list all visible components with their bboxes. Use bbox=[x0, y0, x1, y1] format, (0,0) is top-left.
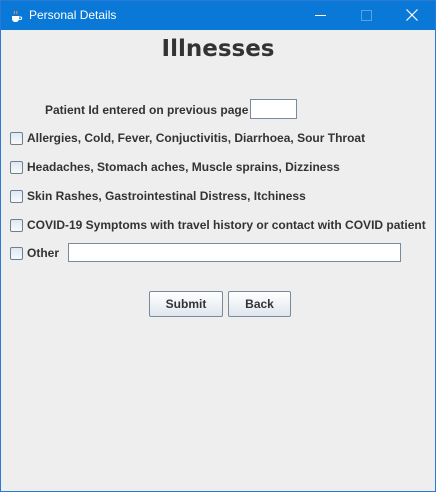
submit-button[interactable]: Submit bbox=[149, 291, 223, 317]
other-checkbox[interactable] bbox=[10, 247, 23, 260]
illness-checkbox-3-label: Skin Rashes, Gastrointestinal Distress, … bbox=[27, 189, 306, 203]
illness-checkbox-2[interactable] bbox=[10, 161, 23, 174]
illness-checkbox-1-label: Allergies, Cold, Fever, Conjuctivitis, D… bbox=[27, 131, 366, 145]
close-button[interactable] bbox=[389, 1, 435, 30]
illness-checkbox-2-label: Headaches, Stomach aches, Muscle sprains… bbox=[27, 160, 340, 174]
patient-id-input[interactable] bbox=[250, 99, 297, 119]
patient-id-label: Patient Id entered on previous page bbox=[45, 103, 249, 117]
maximize-icon bbox=[360, 6, 372, 25]
close-icon bbox=[406, 6, 418, 25]
minimize-icon bbox=[314, 6, 326, 25]
illness-checkbox-4-label: COVID-19 Symptoms with travel history or… bbox=[27, 218, 426, 232]
maximize-button[interactable] bbox=[343, 1, 389, 30]
other-checkbox-label: Other bbox=[27, 246, 60, 260]
form-panel: Illnesses Patient Id entered on previous… bbox=[1, 30, 435, 491]
back-button[interactable]: Back bbox=[228, 291, 291, 317]
personal-details-window: Personal Details Illnesses Patient Id en… bbox=[0, 0, 436, 492]
illness-checkbox-3[interactable] bbox=[10, 190, 23, 203]
illness-checkbox-1[interactable] bbox=[10, 132, 23, 145]
title-bar[interactable]: Personal Details bbox=[1, 1, 435, 30]
java-coffee-cup-icon bbox=[9, 8, 23, 22]
other-illness-input[interactable] bbox=[68, 243, 401, 262]
page-title: Illnesses bbox=[161, 36, 275, 62]
illness-checkbox-4[interactable] bbox=[10, 219, 23, 232]
window-title: Personal Details bbox=[29, 8, 117, 22]
minimize-button[interactable] bbox=[297, 1, 343, 30]
